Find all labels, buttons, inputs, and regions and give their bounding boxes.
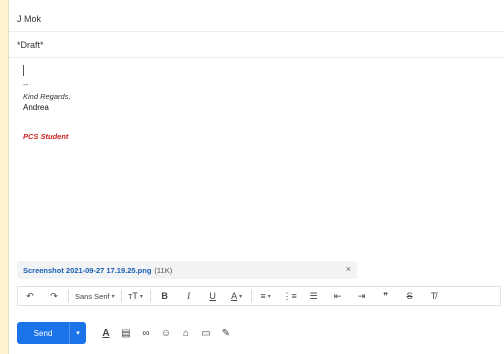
chevron-down-icon: ▾ [267, 293, 271, 300]
quote-icon[interactable]: ❞ [374, 287, 398, 305]
signature-title: PCS Student [23, 132, 69, 141]
text-color-icon: A [231, 291, 238, 301]
text-cursor [23, 65, 24, 76]
drive-icon[interactable]: ⌂ [178, 325, 194, 341]
insert-photo-icon[interactable]: ▭ [198, 325, 214, 341]
send-button[interactable]: Send [17, 322, 69, 344]
toolbar-divider [149, 290, 151, 302]
sender-name: Andrea [23, 103, 49, 112]
to-field[interactable]: J Mok [9, 6, 504, 32]
italic-icon[interactable]: I [177, 287, 201, 305]
signature-pen-icon[interactable]: ✎ [218, 325, 234, 341]
strikethrough-icon[interactable]: S [398, 287, 422, 305]
font-family-label: Sans Serif [75, 291, 110, 301]
font-family-select[interactable]: Sans Serif ▾ [71, 287, 119, 305]
chevron-down-icon: ▾ [111, 293, 115, 300]
emoji-icon[interactable]: ☺ [158, 325, 174, 341]
bulleted-list-icon[interactable]: ☰ [302, 287, 326, 305]
toolbar-divider [120, 290, 122, 302]
close-icon[interactable]: × [346, 264, 351, 274]
closing-text: Kind Regards, [23, 92, 71, 101]
send-options-chevron-icon[interactable]: ▾ [69, 322, 86, 344]
chevron-down-icon: ▾ [239, 293, 243, 300]
toolbar-divider [68, 290, 69, 302]
send-button-group: Send ▾ [17, 322, 86, 344]
indent-less-icon[interactable]: ⇤ [326, 287, 350, 305]
redo-icon[interactable]: ↷ [42, 287, 66, 305]
numbered-list-icon[interactable]: ⋮≡ [278, 287, 302, 305]
bold-icon[interactable]: B [153, 287, 177, 305]
subject-field[interactable]: *Draft* [9, 32, 504, 58]
formatting-toolbar: ↶ ↷ Sans Serif ▾ тT ▾ B I U A ▾ ≡ ▾ ⋮≡ ☰… [17, 286, 501, 306]
signature-separator: -- [23, 80, 29, 89]
recipient-chip[interactable]: J Mok [17, 14, 41, 24]
attachment-size: (11K) [154, 265, 173, 275]
attachment-filename[interactable]: Screenshot 2021-09-27 17.19.25.png [23, 266, 151, 275]
undo-icon[interactable]: ↶ [18, 287, 42, 305]
indent-more-icon[interactable]: ⇥ [350, 287, 374, 305]
compose-window: J Mok *Draft* -- Kind Regards, Andrea PC… [8, 0, 504, 354]
message-body[interactable]: -- Kind Regards, Andrea PCS Student [17, 62, 497, 252]
text-size-icon: тT [128, 291, 138, 301]
attach-file-icon[interactable]: ▤ [118, 325, 134, 341]
attachment-chip[interactable]: Screenshot 2021-09-27 17.19.25.png (11K)… [17, 261, 357, 279]
insert-link-icon[interactable]: ∞ [138, 325, 154, 341]
toolbar-divider [250, 290, 252, 302]
clear-formatting-icon[interactable]: T̸ [422, 287, 446, 305]
subject-text: *Draft* [17, 39, 44, 50]
compose-actions: Send ▾ A ▤ ∞ ☺ ⌂ ▭ ✎ [17, 320, 501, 346]
text-color-select[interactable]: A ▾ [225, 287, 249, 305]
formatting-options-icon[interactable]: A [98, 325, 114, 341]
underline-icon[interactable]: U [201, 287, 225, 305]
font-size-select[interactable]: тT ▾ [124, 287, 148, 305]
chevron-down-icon: ▾ [139, 293, 143, 300]
align-icon: ≡ [260, 291, 266, 301]
align-select[interactable]: ≡ ▾ [254, 287, 278, 305]
